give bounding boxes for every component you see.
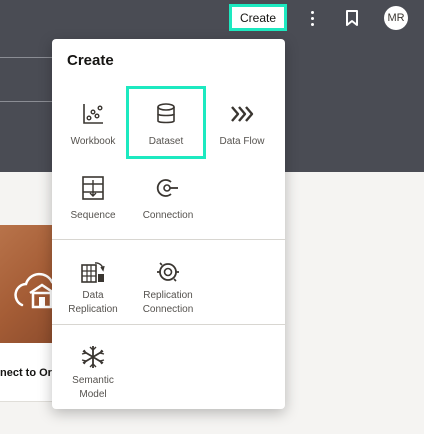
item-label: Connection — [142, 210, 194, 221]
item-label: Workbook — [70, 136, 116, 147]
item-label: Data Replication — [68, 290, 118, 315]
connection-icon — [155, 175, 181, 201]
dataset-item[interactable]: Dataset — [126, 86, 206, 159]
item-label: Semantic Model — [72, 375, 114, 400]
data-flow-item[interactable]: Data Flow — [202, 101, 282, 149]
semantic-model-icon — [80, 344, 106, 370]
avatar[interactable]: MR — [384, 6, 408, 30]
data-replication-item[interactable]: Data Replication — [53, 259, 133, 317]
replication-connection-item[interactable]: Replication Connection — [128, 259, 208, 317]
sequence-icon — [80, 175, 106, 201]
item-label: Dataset — [148, 136, 184, 147]
cloud-home-icon — [14, 272, 54, 309]
bookmark-icon[interactable] — [340, 6, 364, 30]
menu-divider — [52, 239, 285, 240]
workbook-item[interactable]: Workbook — [53, 101, 133, 149]
replication-connection-icon — [155, 259, 181, 285]
card-title: nect to Or — [0, 367, 52, 379]
item-label: Data Flow — [219, 136, 265, 147]
create-button[interactable]: Create — [229, 4, 287, 31]
item-label: Replication Connection — [142, 290, 194, 315]
item-label: Sequence — [70, 210, 116, 221]
data-flow-icon — [229, 101, 255, 127]
workbook-icon — [80, 101, 106, 127]
data-replication-icon — [80, 259, 106, 285]
menu-divider — [52, 324, 285, 325]
connection-item[interactable]: Connection — [128, 175, 208, 223]
sequence-item[interactable]: Sequence — [53, 175, 133, 223]
card-image — [0, 225, 54, 343]
create-menu: Create Workbook Dataset Data Flow Sequen… — [52, 39, 285, 409]
semantic-model-item[interactable]: Semantic Model — [53, 344, 133, 402]
dataset-icon — [153, 101, 179, 127]
menu-title: Create — [67, 52, 114, 69]
more-options-icon[interactable] — [300, 6, 324, 30]
